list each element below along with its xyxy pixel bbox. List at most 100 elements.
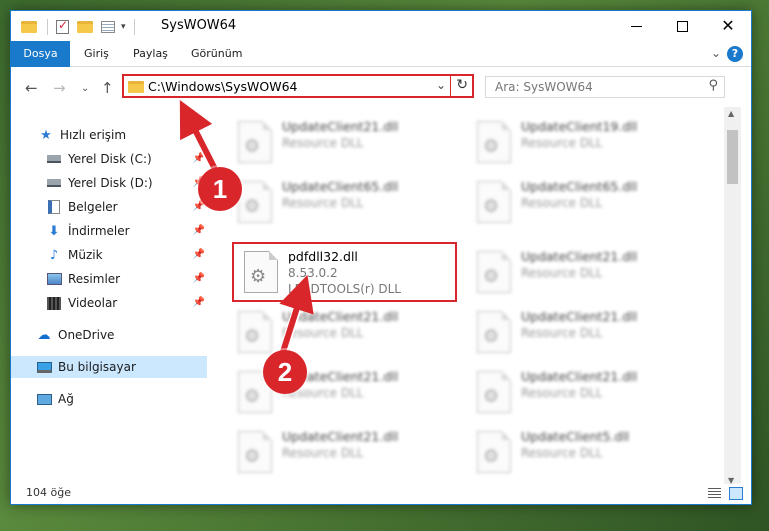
sidebar-item-documents[interactable]: Belgeler 📌 [11,196,207,218]
tab-home[interactable]: Giriş [72,41,121,67]
forward-arrow-icon[interactable]: → [53,79,66,97]
sidebar-item-label: Videolar [68,296,118,310]
help-icon[interactable]: ? [727,46,743,62]
sidebar-item-disk-d[interactable]: Yerel Disk (D:) 📌 [11,172,207,194]
file-description: Resource DLL [282,326,364,340]
new-folder-icon[interactable] [77,21,93,33]
sidebar-item-this-pc[interactable]: Bu bilgisayar [11,356,207,378]
sidebar-item-music[interactable]: ♪ Müzik 📌 [11,244,207,266]
sidebar-item-videos[interactable]: Videolar 📌 [11,292,207,314]
rename-icon[interactable] [101,21,115,33]
sidebar-item-quick-access[interactable]: ★ Hızlı erişim [11,124,207,146]
videos-icon [46,295,62,311]
pin-icon: 📌 [192,273,205,284]
scroll-thumb[interactable] [727,130,738,184]
disk-icon [46,175,62,191]
dll-file-icon [238,431,272,473]
highlight-box [232,242,457,302]
maximize-icon [676,20,688,32]
details-view-icon[interactable] [708,488,721,499]
file-item[interactable]: UpdateClient21.dll Resource DLL [232,113,462,168]
dll-file-icon [477,371,511,413]
sidebar-item-label: Resimler [68,272,121,286]
file-item[interactable]: UpdateClient5.dll Resource DLL [471,423,701,478]
download-icon: ⬇ [48,223,60,239]
explorer-window: ▾ SysWOW64 ✕ Dosya Giriş Paylaş Görünüm … [10,10,752,505]
sidebar-item-disk-c[interactable]: Yerel Disk (C:) 📌 [11,148,207,170]
file-name: UpdateClient65.dll [521,179,638,194]
file-name: UpdateClient21.dll [282,309,399,324]
tab-share[interactable]: Paylaş [121,41,180,67]
quick-access-dropdown-icon[interactable]: ▾ [121,22,126,32]
address-divider [450,76,451,96]
file-name: UpdateClient21.dll [521,249,638,264]
file-name: UpdateClient21.dll [282,119,399,134]
separator [47,19,48,35]
properties-check-icon[interactable] [56,18,69,34]
file-list: UpdateClient21.dll Resource DLL UpdateCl… [207,107,724,485]
computer-icon [36,359,52,375]
file-item[interactable]: UpdateClient21.dll Resource DLL [471,303,701,358]
scroll-up-icon[interactable]: ▲ [728,109,734,118]
refresh-icon[interactable]: ↻ [456,77,468,93]
step-2-badge: 2 [263,350,307,394]
folder-icon [21,21,37,33]
sidebar-item-network[interactable]: Ağ [11,388,207,410]
file-item[interactable]: UpdateClient21.dll Resource DLL [471,243,701,298]
sidebar-item-label: Yerel Disk (D:) [68,176,153,190]
file-description: Resource DLL [282,196,364,210]
sidebar-item-label: Belgeler [68,200,118,214]
tab-view[interactable]: Görünüm [179,41,254,67]
ribbon-tabs: Dosya Giriş Paylaş Görünüm ⌄ ? [11,41,751,67]
file-item[interactable]: UpdateClient21.dll Resource DLL [471,363,701,418]
maximize-button[interactable] [659,11,705,41]
file-item[interactable]: UpdateClient65.dll Resource DLL [232,173,462,228]
sidebar-item-label: Yerel Disk (C:) [68,152,152,166]
pin-icon: 📌 [192,225,205,236]
file-item[interactable]: UpdateClient65.dll Resource DLL [471,173,701,228]
recent-locations-icon[interactable]: ⌄ [81,83,89,94]
search-icon: ⚲ [708,78,718,93]
file-item[interactable]: UpdateClient21.dll Resource DLL [232,303,462,358]
address-bar[interactable]: C:\Windows\SysWOW64 ⌄ ↻ [122,74,474,98]
file-item[interactable]: UpdateClient19.dll Resource DLL [471,113,701,168]
pin-icon: 📌 [192,297,205,308]
dll-file-icon [477,181,511,223]
back-arrow-icon[interactable]: ← [25,79,38,97]
file-description: Resource DLL [521,136,603,150]
sidebar-item-onedrive[interactable]: ☁ OneDrive [11,324,207,346]
file-name: UpdateClient65.dll [282,179,399,194]
dll-file-icon [238,121,272,163]
onedrive-icon: ☁ [37,327,51,343]
file-name: UpdateClient21.dll [521,309,638,324]
file-name: UpdateClient19.dll [521,119,638,134]
chevron-down-icon[interactable]: ⌄ [436,78,446,92]
dll-file-icon [477,121,511,163]
pin-icon: 📌 [192,249,205,260]
large-icons-view-icon[interactable] [729,487,743,500]
disk-icon [46,151,62,167]
file-description: Resource DLL [521,266,603,280]
navigation-pane: ★ Hızlı erişim Yerel Disk (C:) 📌 Yerel D… [11,107,207,487]
tab-file[interactable]: Dosya [11,41,70,67]
expand-ribbon-icon[interactable]: ⌄ [711,46,721,60]
sidebar-item-downloads[interactable]: ⬇ İndirmeler 📌 [11,220,207,242]
title-bar: ▾ SysWOW64 ✕ [11,11,751,41]
search-input[interactable]: Ara: SysWOW64 ⚲ [485,76,725,98]
status-bar: 104 öğe [11,484,751,504]
close-icon: ✕ [721,16,735,35]
step-1-badge: 1 [198,167,242,211]
minimize-button[interactable] [613,11,659,41]
vertical-scrollbar[interactable]: ▲ ▼ [724,107,741,487]
sidebar-item-label: OneDrive [58,328,115,342]
dll-file-icon [477,251,511,293]
file-description: Resource DLL [521,386,603,400]
file-description: Resource DLL [282,446,364,460]
up-arrow-icon[interactable]: ↑ [101,79,114,97]
file-item[interactable]: UpdateClient21.dll Resource DLL [232,423,462,478]
file-name: UpdateClient5.dll [521,429,630,444]
close-button[interactable]: ✕ [705,11,751,41]
search-placeholder: Ara: SysWOW64 [495,80,593,94]
star-icon: ★ [40,127,52,143]
sidebar-item-pictures[interactable]: Resimler 📌 [11,268,207,290]
